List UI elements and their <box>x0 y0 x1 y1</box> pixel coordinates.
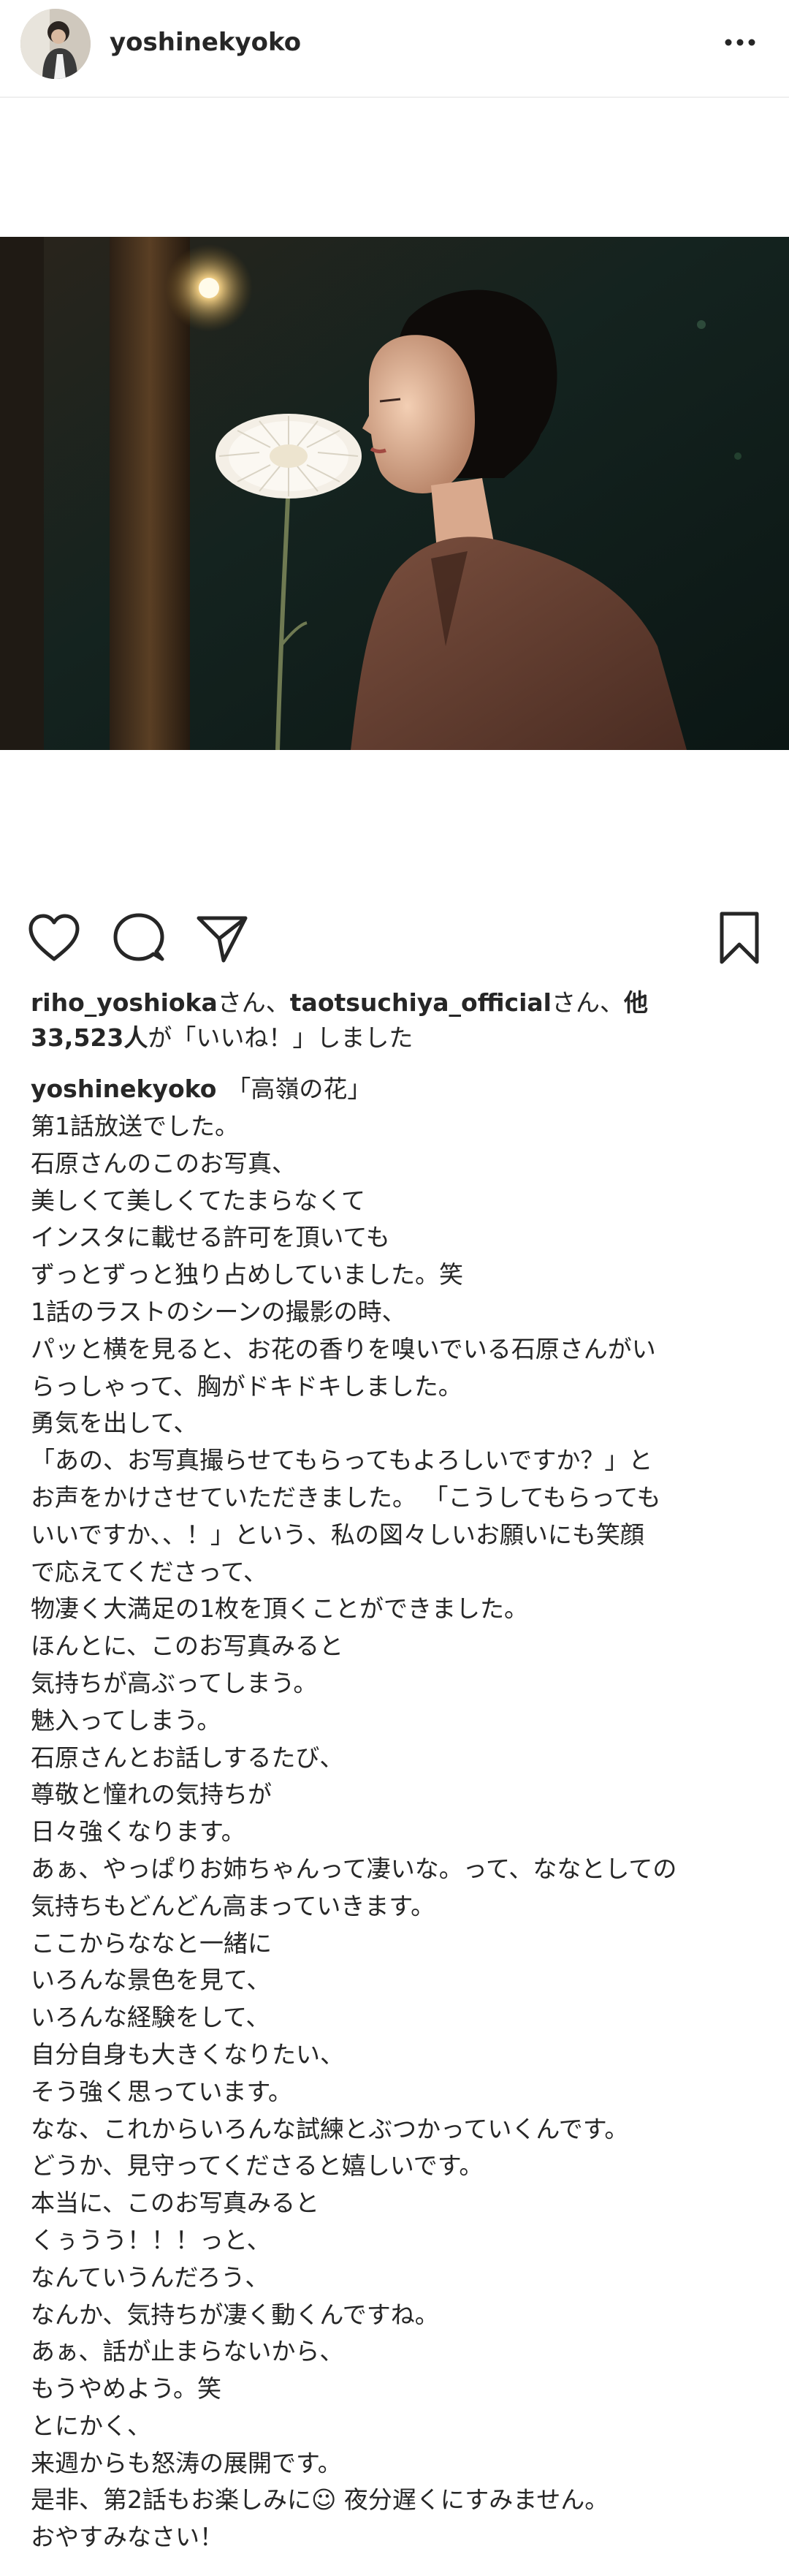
caption-line: あぁ、話が止まらないから、 <box>31 2337 344 2366</box>
likes-summary[interactable]: riho_yoshiokaさん、taotsuchiya_officialさん、他… <box>31 985 761 1056</box>
caption-line: もうやめよう。笑 <box>31 2374 222 2403</box>
caption-line: お声をかけさせていただきました。 「こうしてもらっても <box>31 1482 661 1512</box>
caption-line: 気持ちが高ぶってしまう。 <box>31 1668 318 1697</box>
caption-line: なんか、気持ちが凄く動くんですね。 <box>31 2300 439 2329</box>
post-caption: yoshinekyoko 「高嶺の花」 第1話放送でした。石原さんのこのお写真、美… <box>31 1070 761 2556</box>
caption-line: 1話のラストのシーンの撮影の時、 <box>31 1297 406 1326</box>
post-photo[interactable] <box>0 237 789 750</box>
caption-line: 気持ちもどんどん高まっていきます。 <box>31 1891 435 1920</box>
more-options-icon[interactable] <box>723 29 757 56</box>
caption-body: 第1話放送でした。石原さんのこのお写真、美しくて美しくてたまらなくて インスタに載… <box>31 1108 761 2556</box>
caption-line: 魅入ってしまう。 <box>31 1705 221 1735</box>
heart-icon[interactable] <box>26 911 82 966</box>
bookmark-icon[interactable] <box>712 911 767 966</box>
avatar[interactable] <box>20 9 91 79</box>
caption-line: 是非、第2話もお楽しみに☺︎ 夜分遅くにすみません。 <box>31 2485 609 2515</box>
caption-line: 自分自身も大きくなりたい、 <box>31 2039 344 2069</box>
caption-line: 石原さんのこのお写真、 <box>31 1148 296 1178</box>
caption-line: 美しくて美しくてたまらなくて <box>31 1186 366 1215</box>
caption-line: くぅうう！！！っと、 <box>31 2225 271 2254</box>
caption-line: とにかく、 <box>31 2411 151 2440</box>
caption-line: あぁ、やっぱりお姉ちゃんって凄いな。って、ななとしての <box>31 1854 677 1883</box>
liker-username-2[interactable]: taotsuchiya_official <box>290 988 552 1017</box>
comment-icon[interactable] <box>111 911 167 966</box>
caption-line: 石原さんとお話しするたび、 <box>31 1743 344 1772</box>
caption-line: いいですか、、！」という、私の図々しいお願いにも笑顔 <box>31 1520 644 1549</box>
post-header: yoshinekyoko <box>0 0 789 98</box>
caption-title: 「高嶺の花」 <box>226 1075 372 1103</box>
likes-honorific-1: さん、 <box>217 988 290 1017</box>
caption-line: なな、これからいろんな試練とぶつかっていくんです。 <box>31 2114 629 2143</box>
liker-username-1[interactable]: riho_yoshioka <box>31 988 218 1017</box>
caption-line: 勇気を出して、 <box>31 1409 198 1438</box>
post-author-username[interactable]: yoshinekyoko <box>110 25 301 60</box>
post-photo-image <box>0 237 789 750</box>
caption-line: で応えてくださって、 <box>31 1557 268 1586</box>
likes-suffix: が「いいね！」しました <box>148 1023 413 1052</box>
caption-line: 本当に、このお写真みると <box>31 2189 320 2218</box>
caption-line: いろんな景色を見て、 <box>31 1966 271 1995</box>
caption-line: 「あの、お写真撮らせてもらってもよろしいですか？」と <box>31 1446 653 1475</box>
caption-line: 物凄く大満足の1枚を頂くことができました。 <box>31 1594 528 1624</box>
caption-line: そう強く思っています。 <box>31 2077 293 2106</box>
caption-line: 尊敬と憧れの気持ちが <box>31 1780 272 1809</box>
caption-line: おやすみなさい！ <box>31 2523 224 2552</box>
caption-line: ほんとに、このお写真みると <box>31 1632 344 1661</box>
caption-username[interactable]: yoshinekyoko <box>31 1075 216 1103</box>
caption-line: ここからななと一緒に <box>31 1928 272 1958</box>
caption-first-line: yoshinekyoko 「高嶺の花」 <box>31 1070 761 1108</box>
caption-line: インスタに載せる許可を頂いても <box>31 1223 390 1252</box>
likes-count[interactable]: 33,523人 <box>31 1023 148 1052</box>
likes-honorific-2: さん、 <box>551 988 624 1017</box>
caption-line: 来週からも怒涛の展開です。 <box>31 2448 342 2477</box>
caption-line: 第1話放送でした。 <box>31 1112 239 1140</box>
caption-line: 日々強くなります。 <box>31 1817 245 1846</box>
caption-line: いろんな経験をして、 <box>31 2003 270 2032</box>
caption-line: らっしゃって、胸がドキドキしました。 <box>31 1371 462 1401</box>
send-icon[interactable] <box>194 911 250 966</box>
likes-others-label: 他 <box>623 988 648 1017</box>
avatar-photo-icon <box>20 9 91 79</box>
caption-line: どうか、見守ってくださると嬉しいです。 <box>31 2151 484 2181</box>
caption-line: パッと横を見ると、お花の香りを嗅いでいる石原さんがい <box>31 1334 656 1363</box>
caption-line: ずっとずっと独り占めしていました。笑 <box>31 1260 464 1289</box>
caption-line: なんていうんだろう、 <box>31 2262 270 2292</box>
